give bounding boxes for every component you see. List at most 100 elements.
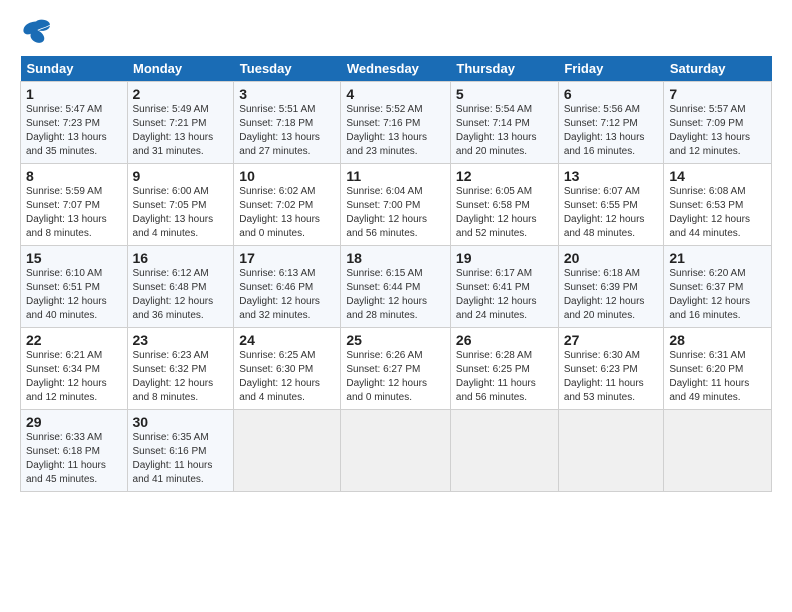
day-number: 11 [346,168,445,184]
day-number: 5 [456,86,553,102]
day-info: Sunrise: 6:10 AM Sunset: 6:51 PM Dayligh… [26,267,122,323]
calendar-cell: 28Sunrise: 6:31 AM Sunset: 6:20 PM Dayli… [664,328,772,410]
calendar-cell: 15Sunrise: 6:10 AM Sunset: 6:51 PM Dayli… [21,246,128,328]
calendar-cell [450,410,558,492]
calendar-table: SundayMondayTuesdayWednesdayThursdayFrid… [20,56,772,492]
day-number: 16 [133,250,229,266]
day-number: 14 [669,168,766,184]
day-info: Sunrise: 6:12 AM Sunset: 6:48 PM Dayligh… [133,267,229,323]
calendar-cell: 4Sunrise: 5:52 AM Sunset: 7:16 PM Daylig… [341,82,451,164]
calendar-week-4: 29Sunrise: 6:33 AM Sunset: 6:18 PM Dayli… [21,410,772,492]
column-header-tuesday: Tuesday [234,56,341,82]
day-number: 21 [669,250,766,266]
day-number: 9 [133,168,229,184]
calendar-week-3: 22Sunrise: 6:21 AM Sunset: 6:34 PM Dayli… [21,328,772,410]
day-number: 10 [239,168,335,184]
calendar-cell: 24Sunrise: 6:25 AM Sunset: 6:30 PM Dayli… [234,328,341,410]
calendar-cell [234,410,341,492]
day-number: 7 [669,86,766,102]
calendar-cell: 26Sunrise: 6:28 AM Sunset: 6:25 PM Dayli… [450,328,558,410]
calendar-cell: 2Sunrise: 5:49 AM Sunset: 7:21 PM Daylig… [127,82,234,164]
calendar-cell: 14Sunrise: 6:08 AM Sunset: 6:53 PM Dayli… [664,164,772,246]
day-number: 25 [346,332,445,348]
day-number: 17 [239,250,335,266]
calendar-cell: 5Sunrise: 5:54 AM Sunset: 7:14 PM Daylig… [450,82,558,164]
calendar-cell: 27Sunrise: 6:30 AM Sunset: 6:23 PM Dayli… [558,328,664,410]
calendar-cell: 17Sunrise: 6:13 AM Sunset: 6:46 PM Dayli… [234,246,341,328]
day-info: Sunrise: 6:21 AM Sunset: 6:34 PM Dayligh… [26,349,122,405]
calendar-week-1: 8Sunrise: 5:59 AM Sunset: 7:07 PM Daylig… [21,164,772,246]
calendar-cell: 7Sunrise: 5:57 AM Sunset: 7:09 PM Daylig… [664,82,772,164]
day-info: Sunrise: 5:52 AM Sunset: 7:16 PM Dayligh… [346,103,445,159]
calendar-cell: 9Sunrise: 6:00 AM Sunset: 7:05 PM Daylig… [127,164,234,246]
day-info: Sunrise: 6:15 AM Sunset: 6:44 PM Dayligh… [346,267,445,323]
calendar-cell: 19Sunrise: 6:17 AM Sunset: 6:41 PM Dayli… [450,246,558,328]
calendar-cell: 23Sunrise: 6:23 AM Sunset: 6:32 PM Dayli… [127,328,234,410]
day-number: 12 [456,168,553,184]
day-number: 19 [456,250,553,266]
column-header-friday: Friday [558,56,664,82]
day-number: 28 [669,332,766,348]
calendar-cell [664,410,772,492]
calendar-body: 1Sunrise: 5:47 AM Sunset: 7:23 PM Daylig… [21,82,772,492]
day-info: Sunrise: 5:56 AM Sunset: 7:12 PM Dayligh… [564,103,659,159]
calendar-cell: 30Sunrise: 6:35 AM Sunset: 6:16 PM Dayli… [127,410,234,492]
calendar-cell [341,410,451,492]
calendar-cell: 10Sunrise: 6:02 AM Sunset: 7:02 PM Dayli… [234,164,341,246]
calendar-cell: 6Sunrise: 5:56 AM Sunset: 7:12 PM Daylig… [558,82,664,164]
day-info: Sunrise: 6:35 AM Sunset: 6:16 PM Dayligh… [133,431,229,487]
day-info: Sunrise: 6:23 AM Sunset: 6:32 PM Dayligh… [133,349,229,405]
day-number: 30 [133,414,229,430]
calendar-cell: 11Sunrise: 6:04 AM Sunset: 7:00 PM Dayli… [341,164,451,246]
day-info: Sunrise: 6:02 AM Sunset: 7:02 PM Dayligh… [239,185,335,241]
day-number: 27 [564,332,659,348]
day-number: 15 [26,250,122,266]
column-header-sunday: Sunday [21,56,128,82]
calendar-cell [558,410,664,492]
day-number: 23 [133,332,229,348]
calendar-cell: 20Sunrise: 6:18 AM Sunset: 6:39 PM Dayli… [558,246,664,328]
column-header-thursday: Thursday [450,56,558,82]
day-info: Sunrise: 6:18 AM Sunset: 6:39 PM Dayligh… [564,267,659,323]
calendar-week-2: 15Sunrise: 6:10 AM Sunset: 6:51 PM Dayli… [21,246,772,328]
calendar-cell: 8Sunrise: 5:59 AM Sunset: 7:07 PM Daylig… [21,164,128,246]
header [20,18,772,46]
calendar-cell: 1Sunrise: 5:47 AM Sunset: 7:23 PM Daylig… [21,82,128,164]
day-info: Sunrise: 6:17 AM Sunset: 6:41 PM Dayligh… [456,267,553,323]
day-info: Sunrise: 6:33 AM Sunset: 6:18 PM Dayligh… [26,431,122,487]
day-number: 8 [26,168,122,184]
day-number: 1 [26,86,122,102]
day-info: Sunrise: 6:00 AM Sunset: 7:05 PM Dayligh… [133,185,229,241]
calendar-cell: 16Sunrise: 6:12 AM Sunset: 6:48 PM Dayli… [127,246,234,328]
day-number: 26 [456,332,553,348]
day-number: 20 [564,250,659,266]
day-info: Sunrise: 6:04 AM Sunset: 7:00 PM Dayligh… [346,185,445,241]
calendar-cell: 21Sunrise: 6:20 AM Sunset: 6:37 PM Dayli… [664,246,772,328]
day-number: 4 [346,86,445,102]
day-number: 2 [133,86,229,102]
day-info: Sunrise: 6:28 AM Sunset: 6:25 PM Dayligh… [456,349,553,405]
day-number: 13 [564,168,659,184]
calendar-cell: 29Sunrise: 6:33 AM Sunset: 6:18 PM Dayli… [21,410,128,492]
day-info: Sunrise: 6:13 AM Sunset: 6:46 PM Dayligh… [239,267,335,323]
day-info: Sunrise: 6:31 AM Sunset: 6:20 PM Dayligh… [669,349,766,405]
day-info: Sunrise: 5:59 AM Sunset: 7:07 PM Dayligh… [26,185,122,241]
column-header-wednesday: Wednesday [341,56,451,82]
logo-icon [20,18,52,46]
day-number: 24 [239,332,335,348]
column-header-saturday: Saturday [664,56,772,82]
calendar-header-row: SundayMondayTuesdayWednesdayThursdayFrid… [21,56,772,82]
day-number: 6 [564,86,659,102]
day-info: Sunrise: 5:54 AM Sunset: 7:14 PM Dayligh… [456,103,553,159]
day-info: Sunrise: 5:49 AM Sunset: 7:21 PM Dayligh… [133,103,229,159]
calendar-cell: 3Sunrise: 5:51 AM Sunset: 7:18 PM Daylig… [234,82,341,164]
day-number: 3 [239,86,335,102]
day-info: Sunrise: 6:26 AM Sunset: 6:27 PM Dayligh… [346,349,445,405]
column-header-monday: Monday [127,56,234,82]
day-info: Sunrise: 6:20 AM Sunset: 6:37 PM Dayligh… [669,267,766,323]
day-info: Sunrise: 6:30 AM Sunset: 6:23 PM Dayligh… [564,349,659,405]
day-info: Sunrise: 6:07 AM Sunset: 6:55 PM Dayligh… [564,185,659,241]
calendar-page: SundayMondayTuesdayWednesdayThursdayFrid… [0,0,792,502]
calendar-cell: 22Sunrise: 6:21 AM Sunset: 6:34 PM Dayli… [21,328,128,410]
calendar-cell: 18Sunrise: 6:15 AM Sunset: 6:44 PM Dayli… [341,246,451,328]
